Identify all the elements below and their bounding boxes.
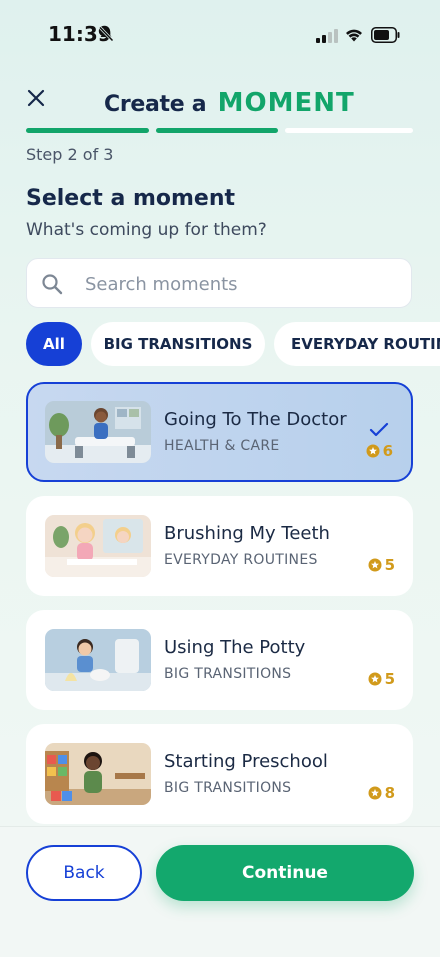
progress-segment-1 xyxy=(26,128,149,133)
status-bar: 11:39 xyxy=(0,0,440,70)
moment-thumbnail xyxy=(45,629,151,691)
moment-card-using-the-potty[interactable]: Using The Potty BIG TRANSITIONS 5 xyxy=(26,610,413,710)
moment-points-value: 6 xyxy=(382,442,393,460)
bell-off-icon xyxy=(98,26,114,46)
page-title-accent: MOMENT xyxy=(217,88,355,118)
signal-icon xyxy=(316,28,338,47)
moment-points: 5 xyxy=(368,556,395,574)
check-icon xyxy=(369,422,389,442)
search-input[interactable] xyxy=(83,259,397,309)
progress-segment-2 xyxy=(156,128,278,133)
section-heading: Select a moment xyxy=(26,186,236,211)
moment-category: HEALTH & CARE xyxy=(164,438,280,454)
moment-title: Starting Preschool xyxy=(164,751,328,772)
moment-card-starting-preschool[interactable]: Starting Preschool BIG TRANSITIONS 8 xyxy=(26,724,413,824)
moment-category: EVERYDAY ROUTINES xyxy=(164,552,318,568)
moment-points-value: 5 xyxy=(384,556,395,574)
battery-icon xyxy=(371,27,401,47)
moment-thumbnail xyxy=(45,743,151,805)
section-subheading: What's coming up for them? xyxy=(26,220,267,240)
step-indicator: Step 2 of 3 xyxy=(26,145,114,164)
star-coin-icon xyxy=(368,786,382,800)
moment-category: BIG TRANSITIONS xyxy=(164,780,292,796)
moment-card-brushing-my-teeth[interactable]: Brushing My Teeth EVERYDAY ROUTINES 5 xyxy=(26,496,413,596)
wifi-icon xyxy=(345,27,363,46)
moment-points: 8 xyxy=(368,784,395,802)
moment-title: Brushing My Teeth xyxy=(164,523,330,544)
filter-chip-big-transitions[interactable]: BIG TRANSITIONS xyxy=(91,322,265,366)
filter-chip-everyday-routines[interactable]: EVERYDAY ROUTIN xyxy=(274,322,440,366)
search-box xyxy=(26,258,412,309)
close-icon xyxy=(24,89,48,114)
moment-points-value: 5 xyxy=(384,670,395,688)
star-coin-icon xyxy=(368,672,382,686)
filter-chip-all[interactable]: All xyxy=(26,322,82,366)
back-button[interactable]: Back xyxy=(26,845,142,901)
page-title-prefix: Create a xyxy=(104,92,207,117)
close-button[interactable] xyxy=(24,86,48,110)
moment-points: 6 xyxy=(366,442,393,460)
search-icon xyxy=(41,273,63,299)
moment-category: BIG TRANSITIONS xyxy=(164,666,292,682)
moment-title: Going To The Doctor xyxy=(164,409,347,430)
star-coin-icon xyxy=(366,444,380,458)
moment-card-going-to-the-doctor[interactable]: Going To The Doctor HEALTH & CARE 6 xyxy=(26,382,413,482)
moment-title: Using The Potty xyxy=(164,637,306,658)
moment-points: 5 xyxy=(368,670,395,688)
moment-thumbnail xyxy=(45,515,151,577)
page-title: Create a MOMENT xyxy=(104,88,355,118)
continue-button[interactable]: Continue xyxy=(156,845,414,901)
star-coin-icon xyxy=(368,558,382,572)
moment-thumbnail xyxy=(45,401,151,463)
moment-points-value: 8 xyxy=(384,784,395,802)
progress-segment-3 xyxy=(285,128,413,133)
